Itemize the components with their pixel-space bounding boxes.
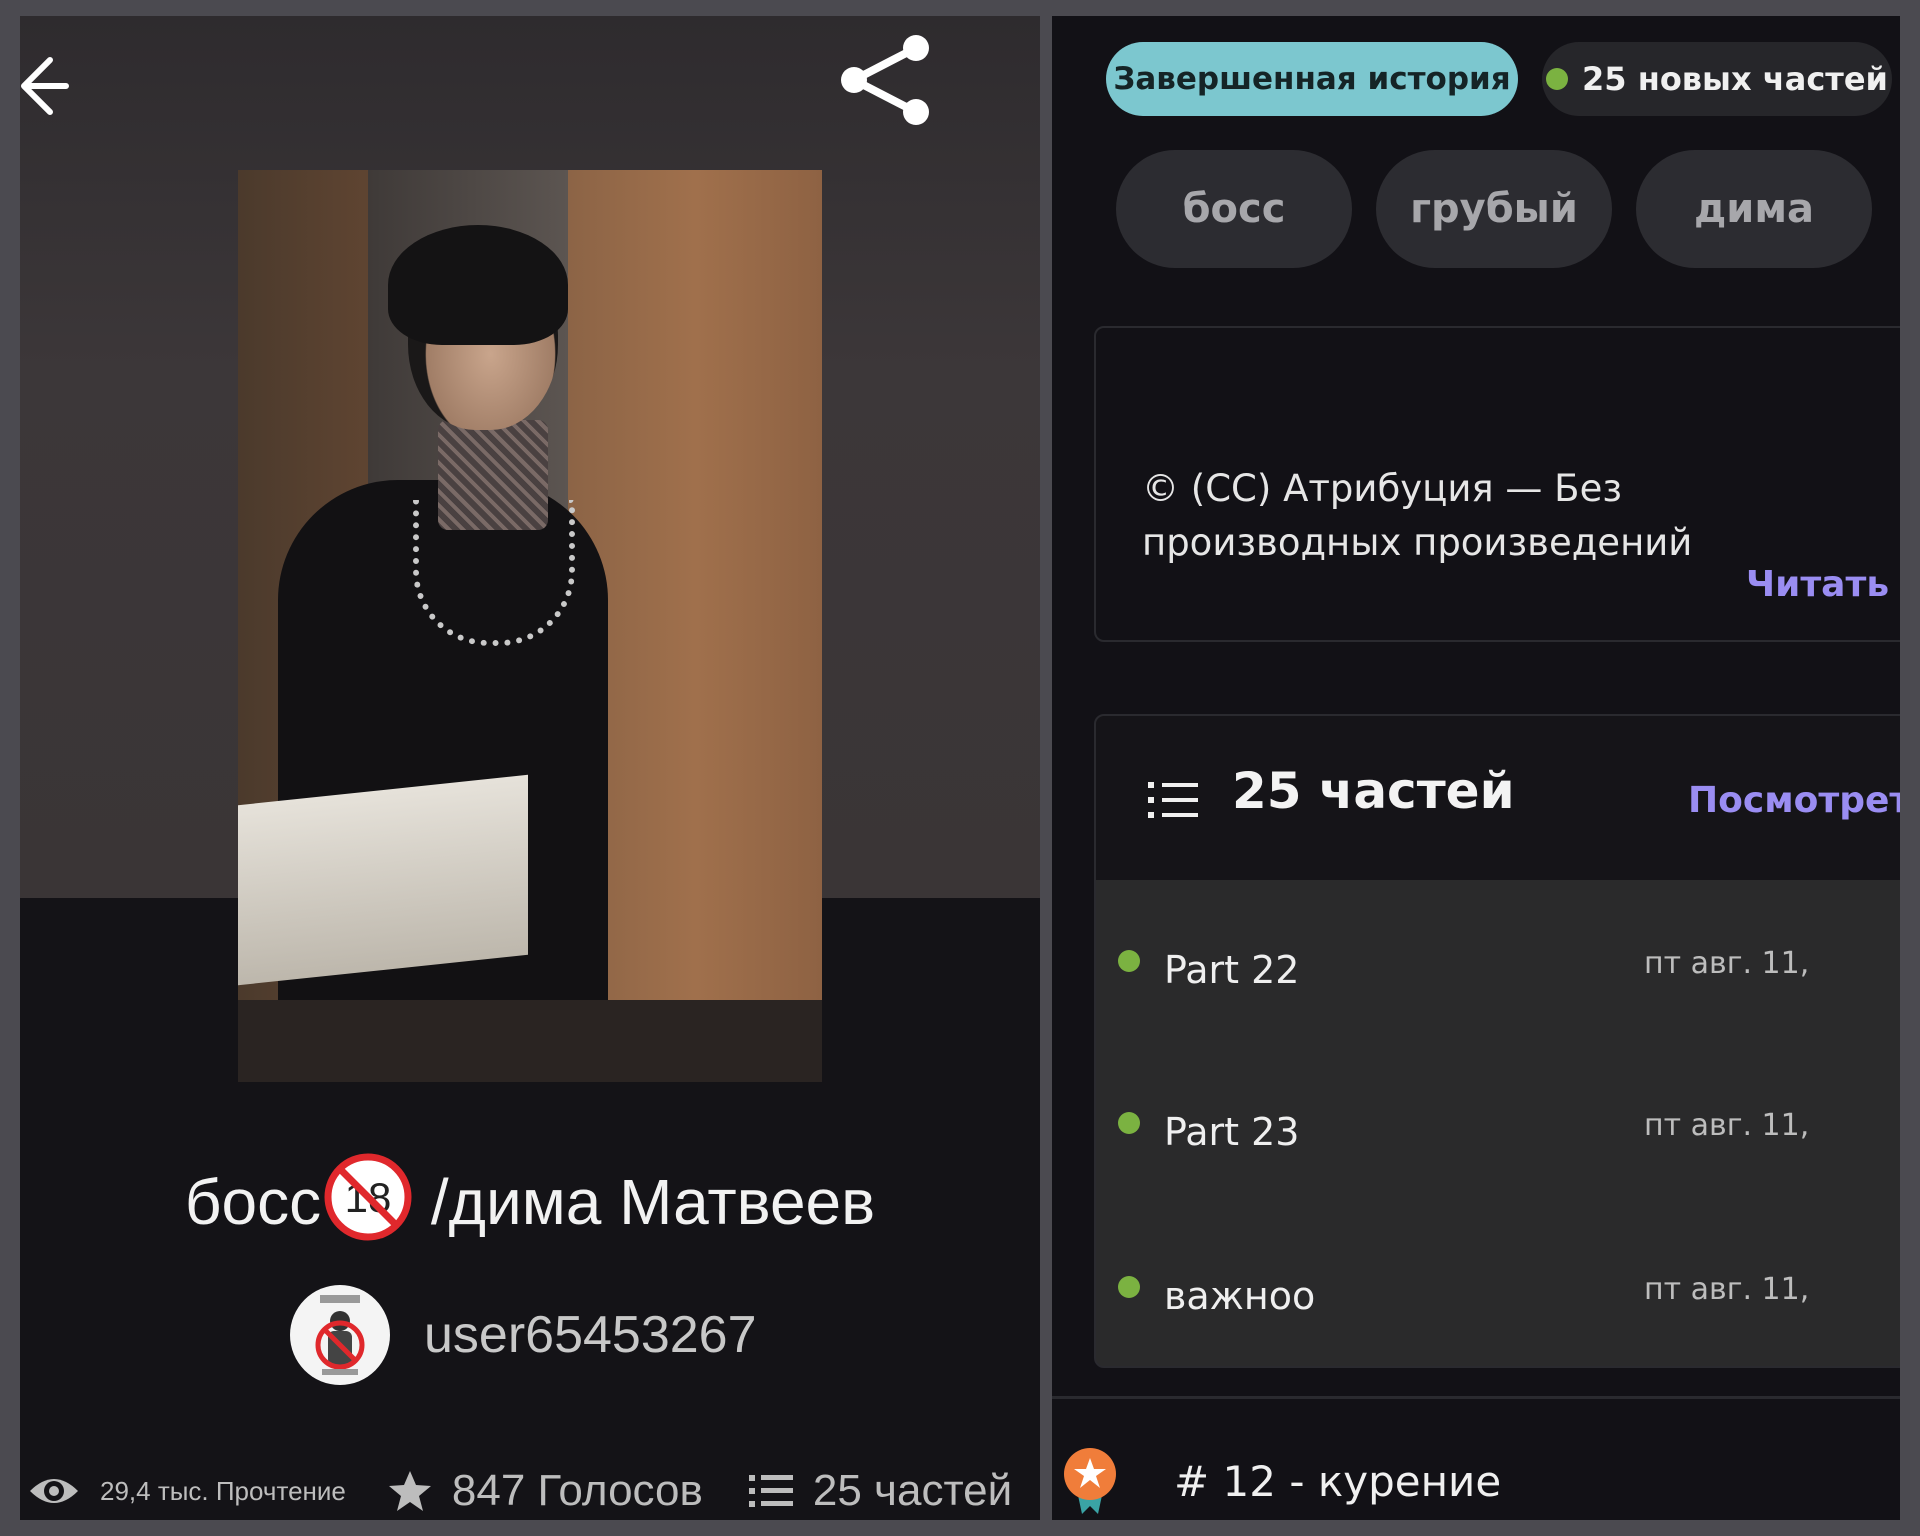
author-name[interactable]: user65453267	[424, 1305, 757, 1365]
new-parts-badge: 25 новых частей	[1542, 42, 1892, 116]
votes-stat: 847 Голосов	[388, 1466, 703, 1516]
description-card: © (CC) Атрибуция — Без производных произ…	[1094, 326, 1900, 642]
tag-dima[interactable]: дима	[1636, 150, 1872, 268]
list-icon	[1148, 782, 1198, 818]
story-details-panel: Завершенная история 25 новых частей босс…	[1052, 16, 1900, 1520]
list-item[interactable]: важноо пт авг. 11,	[1096, 1254, 1900, 1366]
story-title-text: босс	[184, 1166, 322, 1238]
tag-boss[interactable]: босс	[1116, 150, 1352, 268]
new-indicator-dot	[1118, 950, 1140, 972]
part-name: Part 23	[1164, 1110, 1300, 1154]
parts-count: 25 частей	[812, 1466, 1013, 1515]
part-date: пт авг. 11,	[1644, 1272, 1810, 1307]
list-icon	[748, 1475, 793, 1507]
ranking-row[interactable]: # 12 - курение	[1062, 1446, 1501, 1516]
cover-image	[238, 170, 822, 1082]
view-all-link[interactable]: Посмотрет	[1688, 780, 1900, 821]
avatar[interactable]	[290, 1285, 390, 1385]
parts-title: 25 частей	[1232, 762, 1515, 820]
read-more-link[interactable]: Читать д	[1746, 564, 1900, 605]
adults-only-18-icon: 18	[324, 1153, 412, 1241]
part-name: Part 22	[1164, 948, 1300, 992]
part-date: пт авг. 11,	[1644, 1108, 1810, 1143]
section-divider	[1052, 1396, 1900, 1399]
author-row[interactable]: user65453267	[290, 1280, 757, 1390]
story-title-rest: /дима Матвеев	[413, 1166, 876, 1238]
part-date: пт авг. 11,	[1644, 946, 1810, 981]
new-indicator-dot	[1546, 68, 1569, 90]
reads-count: 29,4 тыс. Прочтение	[100, 1475, 346, 1506]
table-of-contents: 25 частей Посмотрет Part 22 пт авг. 11, …	[1094, 714, 1900, 1368]
ranking-label: # 12 - курение	[1174, 1456, 1502, 1506]
eye-icon	[30, 1479, 78, 1503]
back-arrow-icon[interactable]	[20, 56, 70, 116]
new-indicator-dot	[1118, 1276, 1140, 1298]
share-icon[interactable]	[832, 30, 938, 130]
parts-stat: 25 частей	[748, 1466, 1013, 1516]
story-title: босс 18 /дима Матвеев	[20, 1152, 1040, 1242]
reads-stat: 29,4 тыс. Прочтение	[28, 1471, 346, 1511]
part-name: важноо	[1164, 1274, 1316, 1318]
star-icon	[388, 1471, 431, 1511]
tag-grubyi[interactable]: грубый	[1376, 150, 1612, 268]
story-stats: 29,4 тыс. Прочтение 847 Голосов 25 часте…	[28, 1456, 1012, 1520]
ranking-badge-icon	[1064, 1448, 1116, 1514]
story-cover-panel: босс 18 /дима Матвеев user65453267	[20, 16, 1040, 1520]
new-indicator-dot	[1118, 1112, 1140, 1134]
completed-status-badge: Завершенная история	[1106, 42, 1518, 116]
list-item[interactable]: Part 23 пт авг. 11,	[1096, 1090, 1900, 1250]
list-item[interactable]: Part 22 пт авг. 11,	[1096, 928, 1900, 1088]
new-parts-label: 25 новых частей	[1582, 60, 1888, 98]
votes-count: 847 Голосов	[451, 1466, 703, 1515]
license-text: © (CC) Атрибуция — Без производных произ…	[1142, 467, 1693, 564]
parts-header[interactable]: 25 частей Посмотрет	[1096, 716, 1900, 880]
